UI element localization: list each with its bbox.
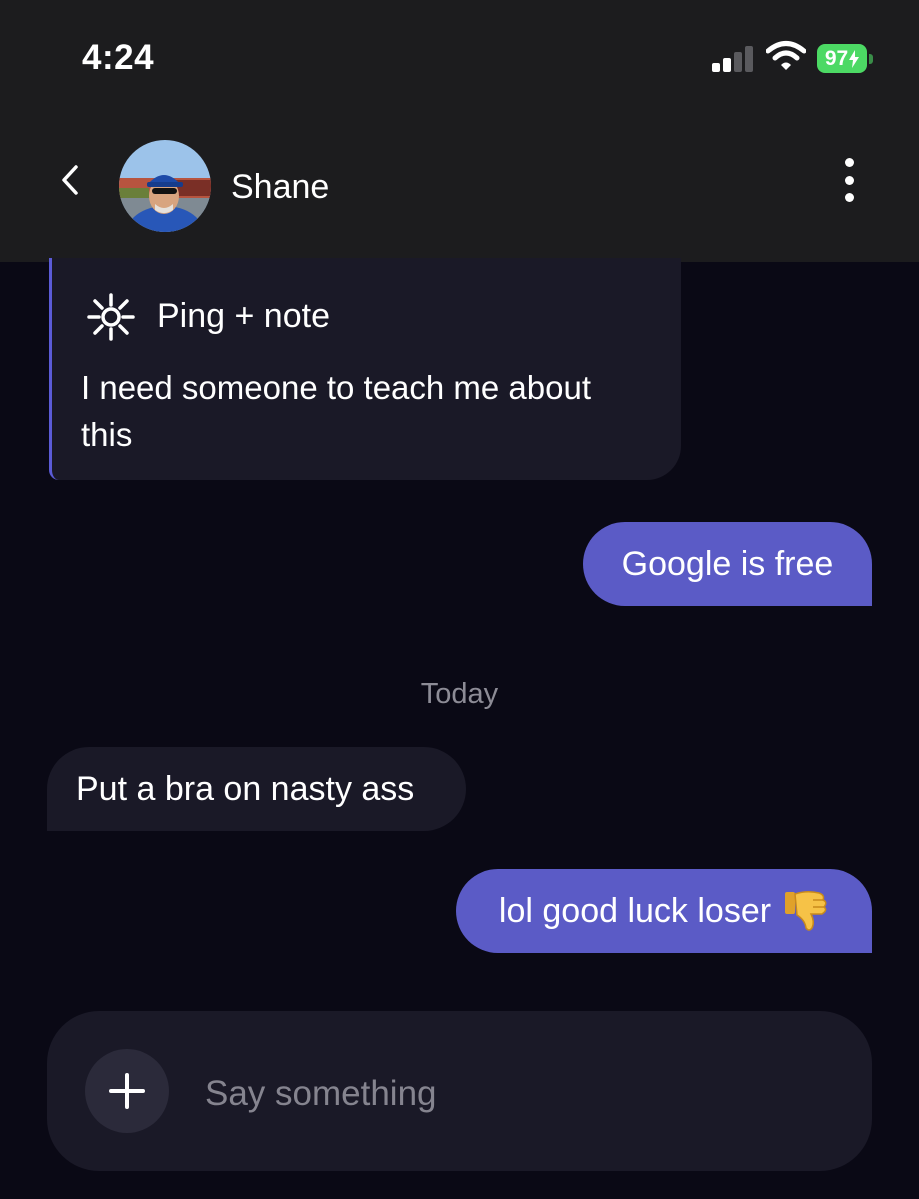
message-text: Put a bra on nasty ass (76, 769, 415, 808)
wifi-icon (766, 41, 806, 70)
ping-title: Ping + note (157, 297, 330, 335)
battery-indicator: 97 (817, 44, 867, 73)
outgoing-message-bubble[interactable]: lol good luck loser (456, 869, 872, 953)
contact-name[interactable]: Shane (231, 168, 329, 207)
charging-bolt-icon (849, 49, 860, 68)
message-text: Google is free (621, 544, 834, 583)
battery-cap (869, 54, 873, 64)
message-text: lol good luck loser (498, 891, 772, 930)
signal-bar (712, 63, 720, 72)
vertical-dots-icon (844, 158, 854, 167)
contact-avatar[interactable] (119, 140, 211, 232)
avatar-photo (119, 140, 211, 232)
date-separator: Today (420, 678, 499, 710)
back-button[interactable] (52, 160, 88, 200)
vertical-dots-icon (844, 193, 854, 202)
chevron-left-icon (62, 165, 78, 195)
ping-note-card[interactable]: Ping + note I need someone to teach me a… (49, 258, 681, 480)
signal-bar (745, 46, 753, 72)
signal-bar (734, 52, 742, 72)
vertical-dots-icon (844, 175, 854, 185)
plus-icon (109, 1073, 145, 1109)
top-bar: 4:24 97 Shane (0, 0, 919, 262)
incoming-message-bubble[interactable]: Put a bra on nasty ass (47, 747, 466, 831)
ping-note-text: I need someone to teach me about this (81, 369, 592, 453)
thumbs-down-icon (785, 890, 827, 931)
signal-bar (723, 58, 731, 72)
cellular-signal-icon (712, 46, 754, 72)
add-attachment-button[interactable] (85, 1049, 169, 1133)
sun-burst-icon (87, 293, 135, 341)
status-time: 4:24 (82, 38, 155, 77)
battery-level: 97 (824, 46, 849, 70)
outgoing-message-bubble[interactable]: Google is free (583, 522, 872, 606)
message-composer (47, 1011, 872, 1171)
message-input[interactable] (205, 1069, 805, 1119)
more-options-button[interactable] (834, 158, 864, 202)
